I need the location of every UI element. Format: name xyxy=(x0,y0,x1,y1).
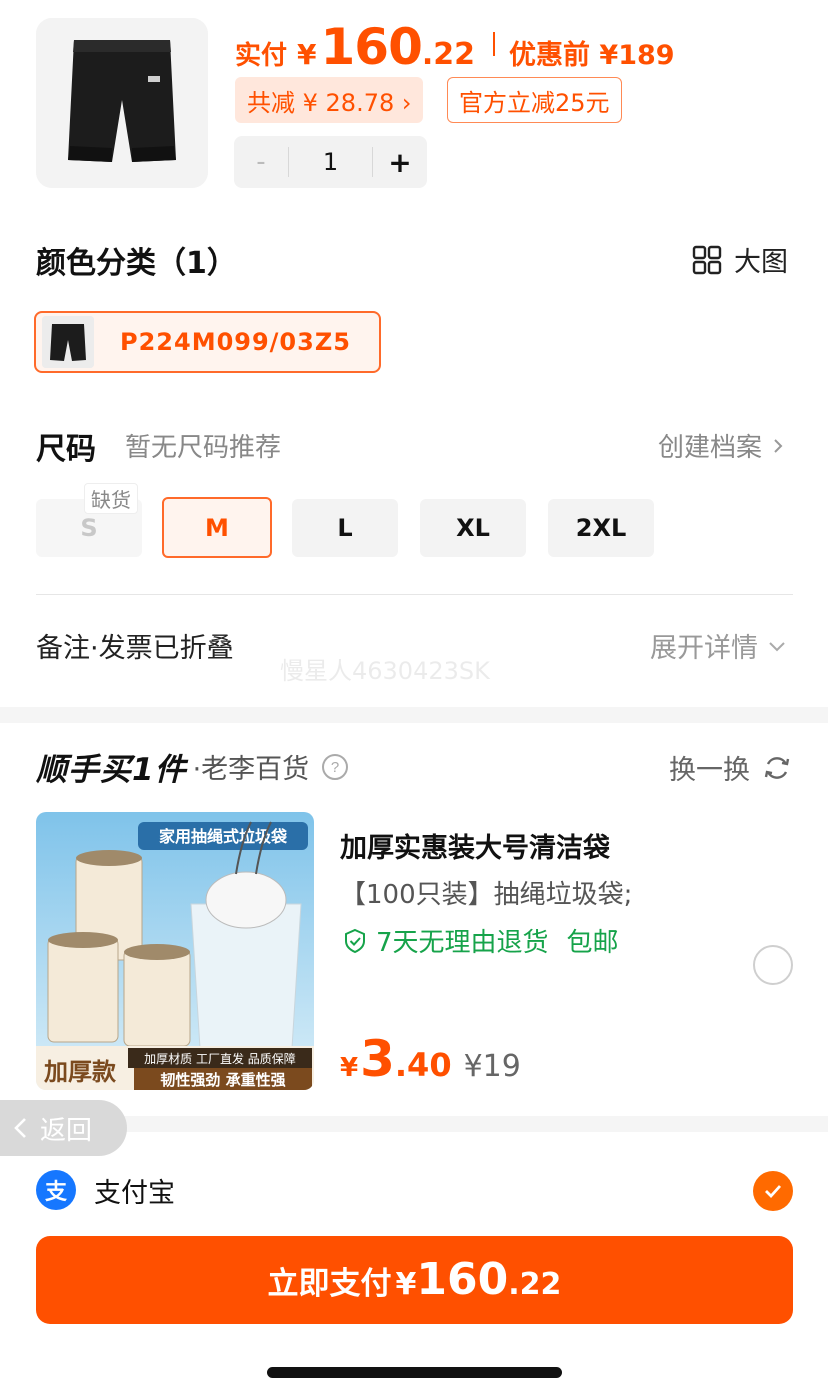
pay-now-button[interactable]: 立即支付 ¥ 160 .22 xyxy=(36,1236,793,1324)
create-profile-link[interactable]: 创建档案 xyxy=(658,427,788,464)
home-indicator xyxy=(267,1367,562,1378)
color-option-image xyxy=(42,316,94,368)
payment-method-name: 支付宝 xyxy=(94,1177,175,1209)
create-profile-label: 创建档案 xyxy=(657,433,762,463)
addon-currency: ¥ xyxy=(340,1053,359,1083)
return-policy: 7天无理由退货 xyxy=(376,928,549,958)
chevron-left-icon xyxy=(14,1118,26,1138)
chevron-right-icon xyxy=(774,438,783,453)
big-view-label: 大图 xyxy=(734,247,788,278)
size-option-m[interactable]: M xyxy=(162,497,272,558)
addon-product-name[interactable]: 加厚实惠装大号清洁袋 xyxy=(340,826,610,865)
addon-select-radio[interactable] xyxy=(753,945,793,985)
svg-text:加厚款: 加厚款 xyxy=(44,1058,117,1086)
quantity-stepper: - 1 + xyxy=(234,136,427,188)
size-recommend-text: 暂无尺码推荐 xyxy=(125,433,282,463)
shorts-image xyxy=(36,18,208,188)
big-view-button[interactable]: 大图 xyxy=(692,240,788,279)
decrease-button[interactable]: - xyxy=(234,147,288,177)
pay-now-label: 立即支付 xyxy=(267,1266,392,1302)
size-option-2xl[interactable]: 2XL xyxy=(548,499,654,557)
pay-currency: ¥ xyxy=(395,1267,417,1302)
alipay-icon: 支 xyxy=(36,1170,76,1210)
addon-price-integer: 3 xyxy=(360,1030,395,1088)
payment-method-row[interactable]: 支 支付宝 xyxy=(36,1170,175,1210)
pay-amount-decimal: .22 xyxy=(508,1267,562,1302)
original-price: 优惠前 ¥189 xyxy=(509,40,675,71)
price-row: 实付 ¥ 160 .22 优惠前 ¥189 xyxy=(235,18,675,76)
addon-price: ¥ 3 .40 ¥19 xyxy=(340,1030,521,1088)
color-section-title: 颜色分类（1） xyxy=(36,246,237,281)
official-discount-tag: 官方立减25元 xyxy=(447,77,622,123)
pay-amount-integer: 160 xyxy=(416,1254,509,1305)
out-of-stock-badge: 缺货 xyxy=(84,483,138,514)
chevron-down-icon xyxy=(769,641,785,651)
addon-product-desc: 【100只装】抽绳垃圾袋; xyxy=(340,880,633,910)
size-option-xl[interactable]: XL xyxy=(420,499,526,557)
price-decimal: .22 xyxy=(421,37,476,72)
addon-original-price: ¥19 xyxy=(463,1049,521,1084)
discount-total-tag[interactable]: 共减 ¥ 28.78 › xyxy=(235,77,424,123)
free-shipping: 包邮 xyxy=(566,928,619,958)
increase-button[interactable]: + xyxy=(373,146,427,179)
product-thumbnail[interactable] xyxy=(36,18,208,188)
price-label: 实付 xyxy=(235,41,288,71)
checkmark-icon xyxy=(765,1185,782,1199)
quantity-value[interactable]: 1 xyxy=(289,148,372,176)
remark-label: 备注·发票已折叠 xyxy=(36,633,234,664)
swap-label: 换一换 xyxy=(669,755,750,786)
trash-bag-product-image[interactable]: 家用抽绳式垃圾袋 加厚款 加厚材质 工厂直发 品质保障 韧性强劲 承重性强 xyxy=(36,812,314,1090)
back-label: 返回 xyxy=(40,1115,93,1146)
section-divider xyxy=(36,594,793,595)
color-option[interactable]: P224M099/03Z5 xyxy=(34,311,381,373)
service-tags: 7天无理由退货 包邮 xyxy=(342,922,619,959)
shield-check-icon xyxy=(345,928,365,953)
grid-icon xyxy=(692,245,722,274)
swap-button[interactable]: 换一换 xyxy=(669,748,792,787)
divider xyxy=(493,32,496,56)
help-icon[interactable]: ? xyxy=(321,753,349,781)
size-option-l[interactable]: L xyxy=(292,499,398,557)
section-gap xyxy=(0,707,828,723)
expand-details-button[interactable]: 展开详情 xyxy=(650,626,788,665)
price-integer: 160 xyxy=(320,18,423,76)
svg-text:加厚材质 工厂直发 品质保障: 加厚材质 工厂直发 品质保障 xyxy=(144,1051,296,1066)
size-section-title: 尺码 xyxy=(36,432,96,467)
watermark: 慢星人4630423SK xyxy=(280,657,490,685)
svg-text:?: ? xyxy=(331,759,339,776)
shop-name: ·老李百货 xyxy=(192,754,310,785)
back-button[interactable]: 返回 xyxy=(0,1100,127,1156)
addon-price-decimal: .40 xyxy=(394,1046,452,1084)
payment-selected-check[interactable] xyxy=(753,1171,793,1211)
refresh-icon xyxy=(764,756,790,779)
buy-one-header: 顺手买1件 ·老李百货 ? xyxy=(36,744,349,789)
svg-text:家用抽绳式垃圾袋: 家用抽绳式垃圾袋 xyxy=(159,827,288,846)
svg-text:韧性强劲 承重性强: 韧性强劲 承重性强 xyxy=(160,1071,285,1089)
buy-one-brand: 顺手买1件 xyxy=(36,752,187,788)
currency: ¥ xyxy=(297,38,317,71)
expand-details-label: 展开详情 xyxy=(650,633,758,664)
color-option-label: P224M099/03Z5 xyxy=(120,328,351,356)
